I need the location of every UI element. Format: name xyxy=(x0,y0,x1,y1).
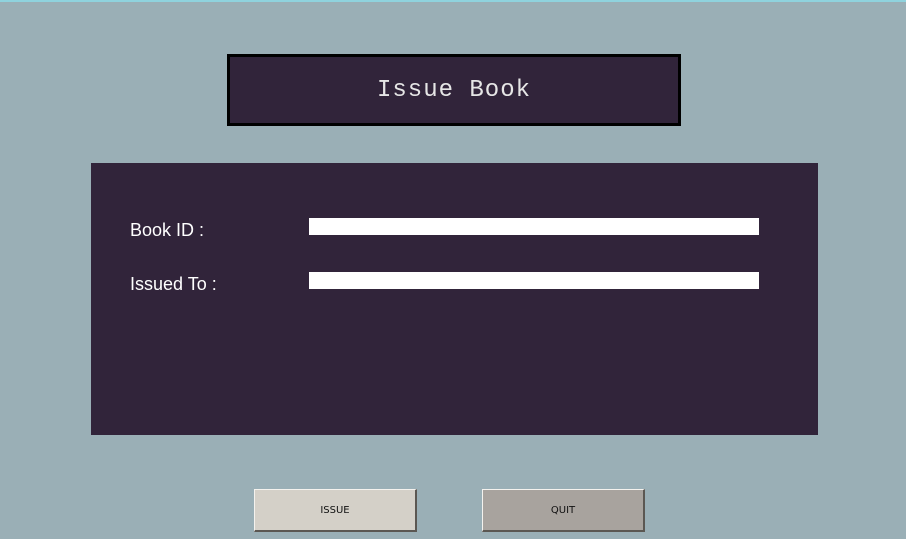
issue-form-panel: Book ID : Issued To : xyxy=(91,163,818,435)
issued-to-label: Issued To : xyxy=(130,274,217,294)
quit-button[interactable]: QUIT xyxy=(482,489,645,532)
title-banner: Issue Book xyxy=(227,54,681,126)
issued-to-input[interactable] xyxy=(309,272,759,289)
page-title: Issue Book xyxy=(376,76,532,104)
book-id-input[interactable] xyxy=(309,218,759,235)
book-id-label: Book ID : xyxy=(130,220,205,240)
window-top-accent xyxy=(0,0,906,2)
issue-button[interactable]: ISSUE xyxy=(254,489,417,532)
